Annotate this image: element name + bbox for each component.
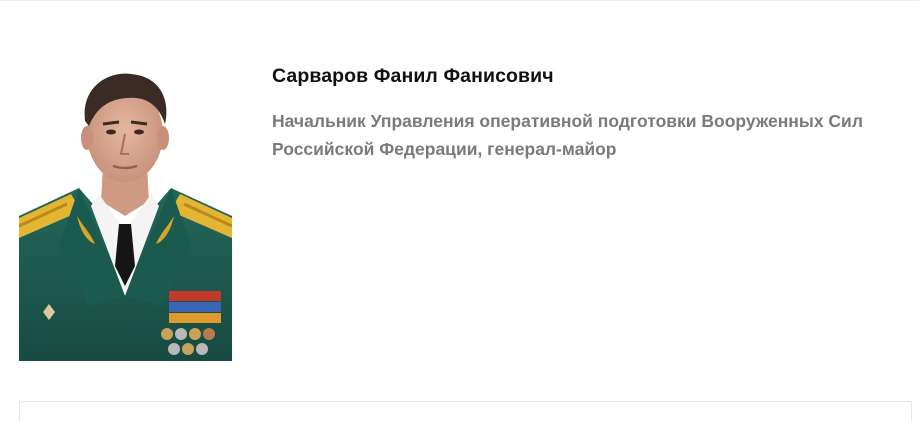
person-info: Сарваров Фанил Фанисович Начальник Управ… [272, 62, 912, 163]
page: Сарваров Фанил Фанисович Начальник Управ… [0, 0, 919, 421]
next-person-card [19, 401, 912, 421]
top-divider [0, 0, 919, 1]
person-photo[interactable] [19, 66, 232, 361]
person-name: Сарваров Фанил Фанисович [272, 65, 554, 87]
person-card: Сарваров Фанил Фанисович Начальник Управ… [19, 62, 899, 362]
person-position: Начальник Управления оперативной подгото… [272, 111, 863, 159]
